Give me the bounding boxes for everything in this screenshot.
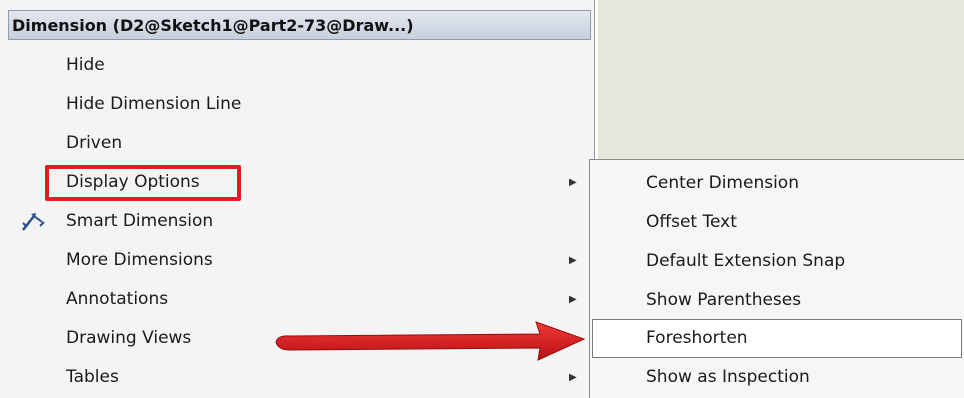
menu-item-hide[interactable]: Hide [8,46,591,85]
menu-item-annotations[interactable]: Annotations ▶ [8,280,591,319]
submenu-item-label: Show Parentheses [646,290,802,310]
menu-title: Dimension (D2@Sketch1@Part2-73@Draw...) [8,10,591,40]
submenu-item-label: Offset Text [646,212,737,232]
display-options-submenu: Center Dimension Offset Text Default Ext… [589,159,964,398]
menu-item-hide-dimension-line[interactable]: Hide Dimension Line [8,85,591,124]
submenu-item-center-dimension[interactable]: Center Dimension [592,164,962,203]
submenu-arrow-icon: ▶ [569,294,577,305]
menu-item-label: Hide [66,55,105,75]
submenu-item-foreshorten[interactable]: Foreshorten [592,319,962,358]
highlight-box [45,165,241,201]
submenu-arrow-icon: ▶ [569,177,577,188]
submenu-item-offset-text[interactable]: Offset Text [592,203,962,242]
menu-item-label: More Dimensions [66,250,213,270]
annotation-arrow-icon [275,321,586,361]
menu-item-label: Drawing Views [66,328,192,348]
menu-item-label: Driven [66,133,123,153]
submenu-item-label: Show as Inspection [646,367,810,387]
submenu-item-label: Default Extension Snap [646,251,846,271]
menu-item-more-dimensions[interactable]: More Dimensions ▶ [8,241,591,280]
submenu-arrow-icon: ▶ [569,255,577,266]
submenu-item-show-as-inspection[interactable]: Show as Inspection [592,358,962,397]
menu-item-label: Annotations [66,289,169,309]
smart-dimension-icon [20,210,46,234]
menu-item-driven[interactable]: Driven [8,124,591,163]
menu-item-label: Smart Dimension [66,211,214,231]
menu-item-label: Hide Dimension Line [66,94,242,114]
submenu-item-label: Center Dimension [646,173,799,193]
submenu-item-default-extension-snap[interactable]: Default Extension Snap [592,242,962,281]
menu-item-smart-dimension[interactable]: Smart Dimension [8,202,591,241]
menu-item-label: Tables [66,367,119,387]
submenu-item-label: Foreshorten [646,328,748,348]
submenu-item-show-parentheses[interactable]: Show Parentheses [592,281,962,320]
